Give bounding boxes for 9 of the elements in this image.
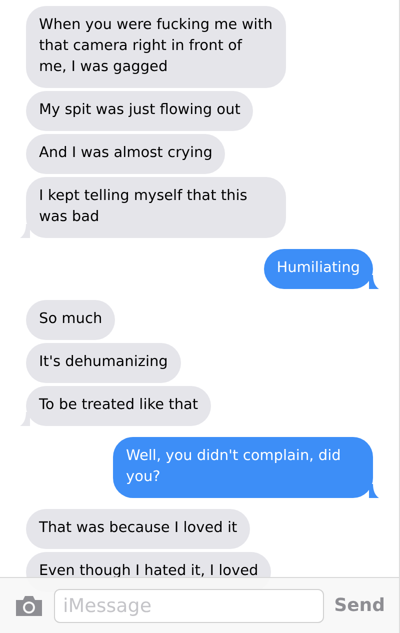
message-bubble: My spit was just flowing out: [26, 91, 254, 131]
message-bubble: When you were fucking me with that camera right in front of me, I was gagged: [26, 6, 286, 88]
message-bubble: So much: [26, 300, 116, 340]
message-bubble: It's dehumanizing: [26, 343, 181, 383]
message-field[interactable]: iMessage: [54, 588, 324, 622]
message-bubble: That was because I loved it: [26, 509, 250, 549]
message-bubble: And I was almost crying: [26, 134, 226, 174]
send-button[interactable]: Send: [334, 595, 385, 616]
camera-icon[interactable]: [14, 594, 44, 616]
